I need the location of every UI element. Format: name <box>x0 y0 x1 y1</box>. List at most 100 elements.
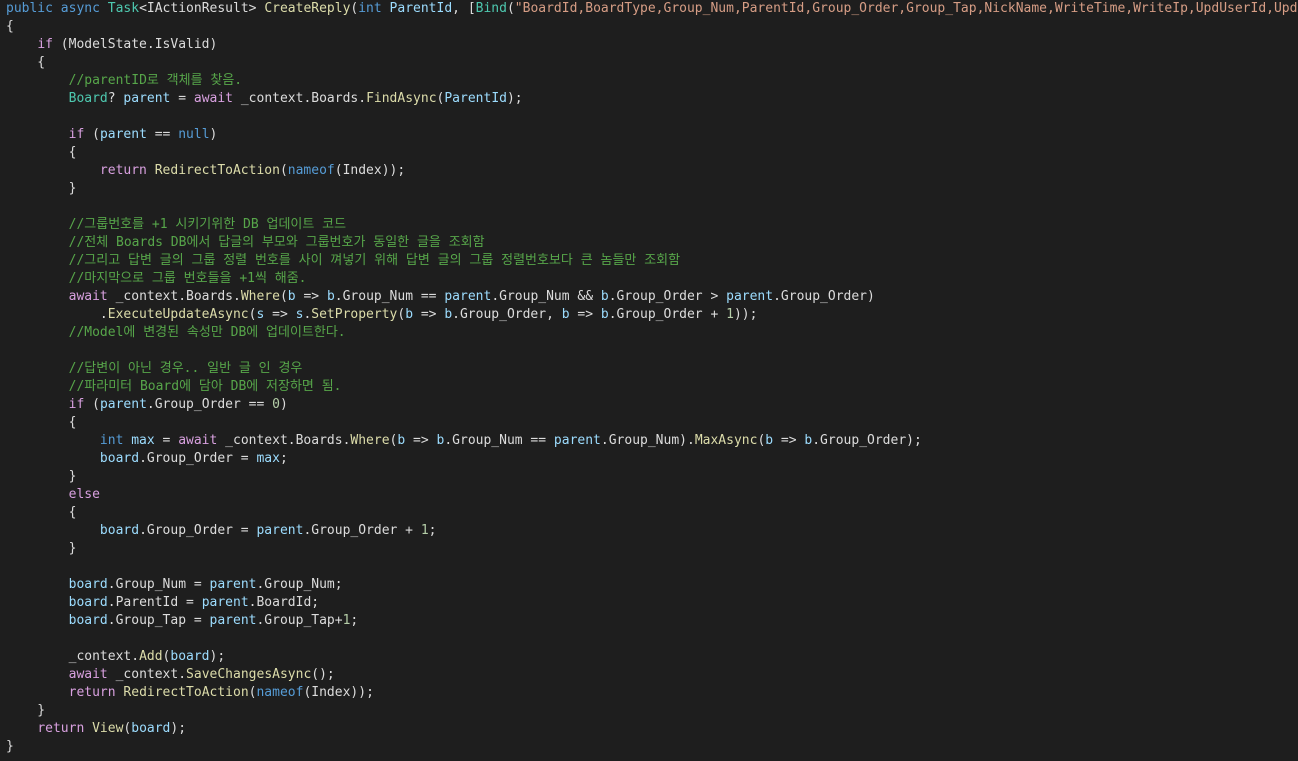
code-line[interactable]: board.Group_Order = max; <box>6 450 288 468</box>
code-token: max <box>131 433 155 448</box>
code-token: ; <box>279 451 288 466</box>
code-line[interactable]: } <box>6 702 45 720</box>
code-line[interactable]: board.Group_Tap = parent.Group_Tap+1; <box>6 612 359 630</box>
code-token: parent <box>726 289 774 304</box>
code-token: ); <box>209 649 226 664</box>
code-line[interactable]: { <box>6 54 45 72</box>
code-token: board <box>68 577 108 592</box>
code-line[interactable]: { <box>6 18 14 36</box>
code-token: FindAsync <box>366 91 437 106</box>
code-line[interactable]: return RedirectToAction(nameof(Index)); <box>6 684 374 702</box>
code-token: board <box>99 451 140 466</box>
code-token: ; <box>428 523 437 538</box>
code-token: => <box>405 433 437 448</box>
code-line[interactable]: //파라미터 Board에 담아 DB에 저장하면 됨. <box>6 378 342 396</box>
code-line[interactable]: //그리고 답변 글의 그룹 정렬 번호를 사이 껴넣기 위해 답변 글의 그룹… <box>6 252 680 270</box>
code-token: if <box>68 397 85 412</box>
code-line[interactable]: //답변이 아닌 경우.. 일반 글 인 경우 <box>6 360 303 378</box>
code-line[interactable]: _context.Add(board); <box>6 648 226 666</box>
code-token: ) <box>279 397 288 412</box>
code-token: nameof <box>287 163 335 178</box>
code-token: .Group_Order = <box>139 523 257 538</box>
code-token: ; <box>350 613 359 628</box>
code-token: parent <box>123 91 171 106</box>
code-token: .Group_Num == <box>444 433 554 448</box>
code-line[interactable]: //parentID로 객체를 찾음. <box>6 72 243 90</box>
code-token: _context.Boards. <box>217 433 351 448</box>
code-line[interactable]: await _context.SaveChangesAsync(); <box>6 666 335 684</box>
code-token: if <box>37 37 53 52</box>
code-token: ParentId <box>389 1 453 16</box>
code-line[interactable]: else <box>6 486 100 504</box>
code-token: } <box>6 541 77 556</box>
code-token: ( <box>279 163 288 178</box>
code-token: = <box>170 91 194 106</box>
code-line[interactable]: } <box>6 540 77 558</box>
code-token: .Group_Order == <box>146 397 273 412</box>
code-token: 0 <box>272 397 280 412</box>
code-token: _context.Boards. <box>107 289 241 304</box>
code-token: await <box>68 667 108 682</box>
code-line[interactable]: if (parent.Group_Order == 0) <box>6 396 288 414</box>
code-line[interactable]: int max = await _context.Boards.Where(b … <box>6 432 922 450</box>
code-token: .Group_Num). <box>600 433 695 448</box>
code-token: await <box>68 289 108 304</box>
code-line[interactable]: } <box>6 738 14 756</box>
code-token: } <box>6 181 77 196</box>
code-line[interactable]: if (ModelState.IsValid) <box>6 36 217 54</box>
code-line[interactable]: } <box>6 468 77 486</box>
code-token: _context.Boards. <box>233 91 367 106</box>
code-token: ( <box>84 397 100 412</box>
code-token: } <box>6 703 46 718</box>
code-line[interactable]: Board? parent = await _context.Boards.Fi… <box>6 90 523 108</box>
code-token: Bind <box>475 1 507 16</box>
code-token: } <box>6 739 14 754</box>
code-token: b <box>405 307 414 322</box>
code-token: ParentId <box>444 91 507 106</box>
code-token: board <box>99 523 140 538</box>
code-token: Board <box>68 91 108 106</box>
code-token: //parentID로 객체를 찾음. <box>68 73 243 88</box>
code-token: .Group_Order + <box>303 523 421 538</box>
code-line[interactable]: if (parent == null) <box>6 126 218 144</box>
code-token: return <box>68 685 116 700</box>
code-token: SaveChangesAsync <box>186 667 312 682</box>
code-line[interactable]: //그룹번호를 +1 시키기위한 DB 업데이트 코드 <box>6 216 346 234</box>
code-editor[interactable]: public async Task<IActionResult> CreateR… <box>0 0 1298 761</box>
code-line[interactable]: //전체 Boards DB에서 답글의 부모와 그룹번호가 동일한 글을 조회… <box>6 234 485 252</box>
code-token: parent <box>201 595 249 610</box>
code-token: ? <box>107 91 124 106</box>
code-line[interactable]: { <box>6 144 77 162</box>
code-line[interactable]: board.Group_Order = parent.Group_Order +… <box>6 522 437 540</box>
code-line[interactable]: { <box>6 504 77 522</box>
code-token: ( <box>279 289 288 304</box>
code-line[interactable]: } <box>6 180 77 198</box>
code-line[interactable]: //Model에 변경된 속성만 DB에 업데이트한다. <box>6 324 346 342</box>
code-line[interactable]: { <box>6 414 77 432</box>
code-line[interactable]: await _context.Boards.Where(b => b.Group… <box>6 288 875 306</box>
code-line[interactable]: return RedirectToAction(nameof(Index)); <box>6 162 405 180</box>
code-token: .Group_Tap = <box>107 613 210 628</box>
code-line[interactable]: public async Task<IActionResult> CreateR… <box>6 0 1298 18</box>
code-line[interactable]: .ExecuteUpdateAsync(s => s.SetProperty(b… <box>6 306 758 324</box>
code-line[interactable]: board.Group_Num = parent.Group_Num; <box>6 576 343 594</box>
code-line[interactable]: return View(board); <box>6 720 186 738</box>
code-line[interactable]: //마지막으로 그룹 번호들을 +1씩 해줌. <box>6 270 307 288</box>
code-token: ( <box>506 1 515 16</box>
code-token: async <box>60 1 100 16</box>
code-token: .ParentId = <box>107 595 202 610</box>
code-token: parent <box>209 577 257 592</box>
code-line[interactable]: board.ParentId = parent.BoardId; <box>6 594 319 612</box>
code-token: b <box>287 289 296 304</box>
code-token: )); <box>733 307 758 322</box>
code-token: return <box>37 721 85 736</box>
